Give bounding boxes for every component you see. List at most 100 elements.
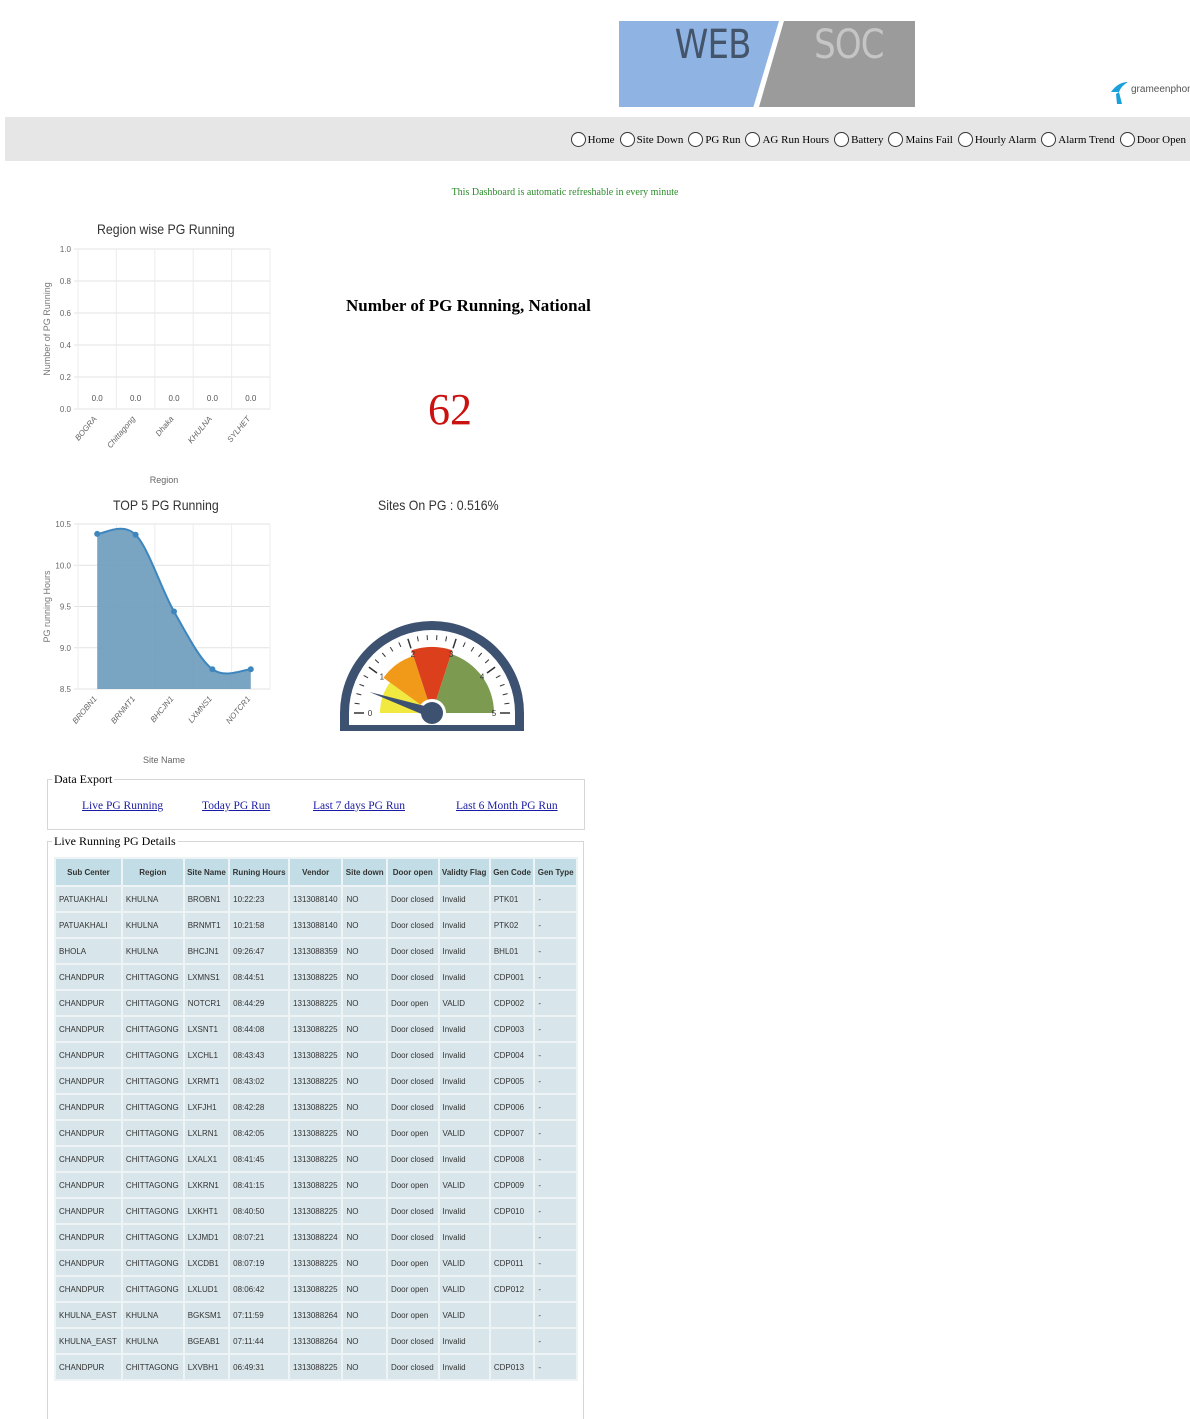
column-header-region[interactable]: Region [123, 859, 183, 885]
cell-site-name: LXVBH1 [185, 1355, 228, 1379]
y-axis-label: Number of PG Running [42, 282, 52, 376]
cell-site-name: LXRMT1 [185, 1069, 228, 1093]
cell-region: CHITTAGONG [123, 1277, 183, 1301]
cell-site-down: NO [343, 991, 386, 1015]
cell-vendor: 1313088140 [290, 887, 341, 911]
cell-gen-type: - [535, 913, 576, 937]
y-axis-label: PG running Hours [42, 570, 52, 643]
cell-gen-code: CDP011 [491, 1251, 534, 1275]
data-point [133, 532, 139, 538]
cell-vendor: 1313088225 [290, 991, 341, 1015]
cell-region: CHITTAGONG [123, 965, 183, 989]
nav-item-battery[interactable]: Battery [834, 132, 883, 147]
x-tick-label: SYLHET [225, 414, 253, 444]
nav-radio-door-open[interactable] [1120, 132, 1135, 147]
cell-region: CHITTAGONG [123, 1251, 183, 1275]
data-label: 0.0 [245, 394, 257, 403]
sites-on-pg-gauge: 012345 [335, 560, 531, 740]
nav-radio-site-down[interactable] [620, 132, 635, 147]
cell-gen-code: BHL01 [491, 939, 534, 963]
nav-item-mains-fail[interactable]: Mains Fail [888, 132, 952, 147]
x-tick-label: BOGRA [73, 415, 98, 443]
column-header-site-name[interactable]: Site Name [185, 859, 228, 885]
table-row: CHANDPURCHITTAGONGLXVBH106:49:3113130882… [56, 1355, 576, 1379]
nav-label: Battery [851, 134, 883, 146]
cell-site-name: LXMNS1 [185, 965, 228, 989]
cell-sub-center: CHANDPUR [56, 965, 121, 989]
cell-door-open: Door open [388, 1277, 438, 1301]
column-header-validty-flag[interactable]: Validty Flag [440, 859, 489, 885]
cell-gen-code: PTK01 [491, 887, 534, 911]
cell-gen-type: - [535, 965, 576, 989]
cell-sub-center: KHULNA_EAST [56, 1303, 121, 1327]
cell-site-name: BGEAB1 [185, 1329, 228, 1353]
cell-site-name: LXLRN1 [185, 1121, 228, 1145]
nav-item-door-open[interactable]: Door Open [1120, 132, 1186, 147]
cell-region: CHITTAGONG [123, 1069, 183, 1093]
cell-runing-hours: 08:43:02 [230, 1069, 288, 1093]
cell-validty-flag: Invalid [440, 1069, 489, 1093]
table-row: CHANDPURCHITTAGONGLXMNS108:44:5113130882… [56, 965, 576, 989]
nav-radio-home[interactable] [571, 132, 586, 147]
nav-radio-pg-run[interactable] [688, 132, 703, 147]
table-row: CHANDPURCHITTAGONGLXJMD108:07:2113130882… [56, 1225, 576, 1249]
nav-radio-hourly-alarm[interactable] [958, 132, 973, 147]
y-tick-label: 1.0 [60, 245, 72, 254]
column-header-site-down[interactable]: Site down [343, 859, 386, 885]
column-header-door-open[interactable]: Door open [388, 859, 438, 885]
nav-item-home[interactable]: Home [571, 132, 615, 147]
cell-gen-code: CDP007 [491, 1121, 534, 1145]
cell-site-name: LXCDB1 [185, 1251, 228, 1275]
nav-radio-battery[interactable] [834, 132, 849, 147]
nav-item-pg-run[interactable]: PG Run [688, 132, 740, 147]
column-header-runing-hours[interactable]: Runing Hours [230, 859, 288, 885]
live-pg-running-link[interactable]: Live PG Running [82, 800, 163, 812]
nav-radio-mains-fail[interactable] [888, 132, 903, 147]
x-tick-label: LXMNS1 [186, 695, 213, 725]
cell-validty-flag: Invalid [440, 913, 489, 937]
nav-label: Home [588, 134, 615, 146]
gauge-tick [504, 703, 509, 704]
cell-site-down: NO [343, 1355, 386, 1379]
cell-door-open: Door closed [388, 913, 438, 937]
table-row: CHANDPURCHITTAGONGLXRMT108:43:0213130882… [56, 1069, 576, 1093]
cell-gen-code: CDP006 [491, 1095, 534, 1119]
cell-gen-type: - [535, 1251, 576, 1275]
cell-region: CHITTAGONG [123, 1121, 183, 1145]
column-header-gen-type[interactable]: Gen Type [535, 859, 576, 885]
column-header-vendor[interactable]: Vendor [290, 859, 341, 885]
cell-vendor: 1313088140 [290, 913, 341, 937]
cell-region: KHULNA [123, 1329, 183, 1353]
nav-item-alarm-trend[interactable]: Alarm Trend [1041, 132, 1115, 147]
cell-gen-code: CDP012 [491, 1277, 534, 1301]
column-header-gen-code[interactable]: Gen Code [491, 859, 534, 885]
cell-site-down: NO [343, 887, 386, 911]
region-chart-title: Region wise PG Running [97, 221, 235, 237]
cell-door-open: Door closed [388, 887, 438, 911]
table-row: CHANDPURCHITTAGONGNOTCR108:44:2913130882… [56, 991, 576, 1015]
data-label: 0.0 [207, 394, 219, 403]
cell-validty-flag: Invalid [440, 1355, 489, 1379]
cell-gen-type: - [535, 887, 576, 911]
today-pg-run-link[interactable]: Today PG Run [202, 800, 270, 812]
cell-runing-hours: 08:06:42 [230, 1277, 288, 1301]
nav-item-site-down[interactable]: Site Down [620, 132, 684, 147]
table-row: CHANDPURCHITTAGONGLXALX108:41:4513130882… [56, 1147, 576, 1171]
cell-vendor: 1313088225 [290, 965, 341, 989]
nav-item-hourly-alarm[interactable]: Hourly Alarm [958, 132, 1036, 147]
nav-item-ag-run-hours[interactable]: AG Run Hours [745, 132, 829, 147]
cell-sub-center: PATUAKHALI [56, 913, 121, 937]
table-row: KHULNA_EASTKHULNABGEAB107:11:44131308826… [56, 1329, 576, 1353]
y-tick-label: 9.5 [60, 603, 72, 612]
table-row: KHULNA_EASTKHULNABGKSM107:11:59131308826… [56, 1303, 576, 1327]
last-6-month-pg-run-link[interactable]: Last 6 Month PG Run [456, 800, 558, 812]
cell-vendor: 1313088225 [290, 1251, 341, 1275]
column-header-sub-center[interactable]: Sub Center [56, 859, 121, 885]
cell-validty-flag: Invalid [440, 939, 489, 963]
last-7-days-pg-run-link[interactable]: Last 7 days PG Run [313, 800, 405, 812]
cell-region: CHITTAGONG [123, 1199, 183, 1223]
cell-vendor: 1313088225 [290, 1147, 341, 1171]
nav-radio-alarm-trend[interactable] [1041, 132, 1056, 147]
nav-radio-ag-run-hours[interactable] [745, 132, 760, 147]
cell-site-down: NO [343, 1225, 386, 1249]
